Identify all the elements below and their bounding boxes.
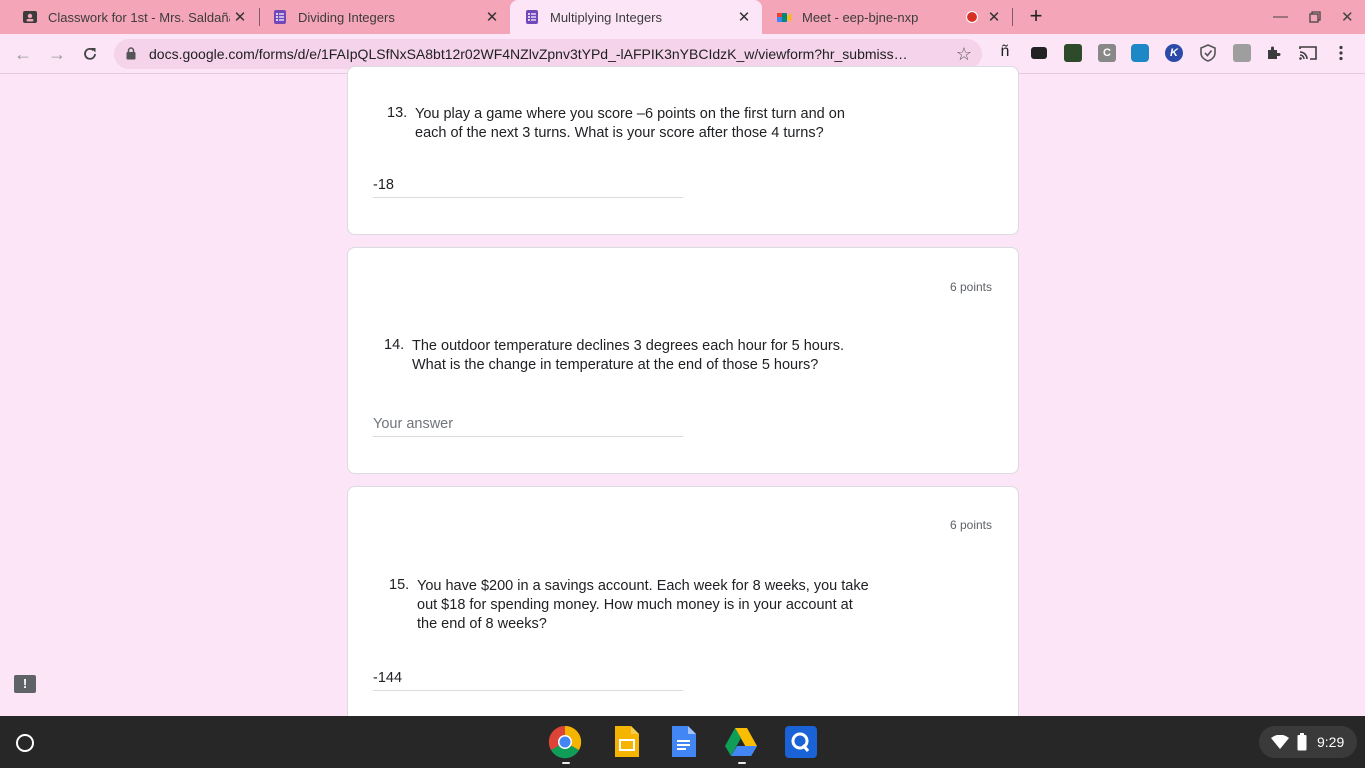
question-text-line: each of the next 3 turns. What is your s…: [415, 125, 824, 141]
extension-k-icon[interactable]: K: [1165, 44, 1183, 62]
question-number: 13.: [387, 105, 408, 121]
chrome-icon[interactable]: [548, 725, 582, 759]
tab-meet[interactable]: Meet - eep-bjne-nxp ✕: [762, 0, 1012, 34]
tab-dividing-integers[interactable]: Dividing Integers ✕: [258, 0, 510, 34]
tab-title: Multiplying Integers: [550, 9, 662, 25]
extension-globe-icon[interactable]: [1131, 44, 1149, 62]
tab-title: Meet - eep-bjne-nxp: [802, 9, 919, 25]
drive-icon[interactable]: [724, 725, 758, 759]
restore-icon[interactable]: [1309, 11, 1321, 23]
clock: 9:29: [1317, 734, 1345, 750]
tab-title: Classwork for 1st - Mrs. Saldaña: [48, 9, 230, 25]
shield-icon[interactable]: [1200, 44, 1216, 62]
extension-n-icon[interactable]: ñ: [996, 44, 1014, 62]
tab-classwork[interactable]: Classwork for 1st - Mrs. Saldaña ✕: [8, 0, 258, 34]
bookmark-star-icon[interactable]: ☆: [956, 44, 972, 65]
new-tab-plus-icon[interactable]: +: [1024, 5, 1048, 29]
question-card-13: 13. You play a game where you score –6 p…: [347, 66, 1019, 235]
tab-strip: Classwork for 1st - Mrs. Saldaña ✕ Divid…: [0, 0, 1365, 34]
answer-input[interactable]: -144: [373, 667, 683, 691]
feedback-icon[interactable]: !: [14, 675, 36, 693]
close-icon[interactable]: ✕: [230, 8, 250, 26]
extension-tree-icon[interactable]: [1064, 44, 1082, 62]
question-card-15: 6 points 15. You have $200 in a savings …: [347, 486, 1019, 736]
address-bar[interactable]: docs.google.com/forms/d/e/1FAIpQLSfNxSA8…: [114, 39, 982, 69]
forms-icon: [526, 10, 538, 24]
close-icon[interactable]: ✕: [734, 8, 754, 26]
question-card-14: 6 points 14. The outdoor temperature dec…: [347, 247, 1019, 474]
question-text-line: The outdoor temperature declines 3 degre…: [412, 338, 845, 354]
tab-multiplying-integers[interactable]: Multiplying Integers ✕: [510, 0, 762, 34]
tab-title: Dividing Integers: [298, 9, 395, 25]
extension-c-icon[interactable]: C: [1098, 44, 1116, 62]
tab-divider: [1012, 8, 1013, 26]
status-tray[interactable]: 9:29: [1259, 726, 1357, 758]
points-label: 6 points: [949, 280, 992, 294]
question-text-line: You play a game where you score –6 point…: [415, 106, 845, 122]
question-number: 14.: [384, 337, 405, 353]
close-icon[interactable]: ✕: [984, 8, 1004, 26]
running-indicator: [738, 762, 746, 764]
recording-icon: [966, 11, 978, 23]
forward-arrow-icon[interactable]: →: [46, 43, 68, 65]
docs-icon[interactable]: [666, 725, 700, 759]
question-text-line: the end of 8 weeks?: [417, 616, 547, 632]
question-text-line: out $18 for spending money. How much mon…: [417, 597, 853, 613]
quizlet-icon[interactable]: [784, 725, 818, 759]
question-text-line: What is the change in temperature at the…: [412, 357, 819, 373]
meet-icon: [777, 13, 791, 22]
forms-icon: [274, 10, 286, 24]
window-close-icon[interactable]: ✕: [1341, 8, 1354, 26]
extension-gray-icon[interactable]: [1233, 44, 1251, 62]
question-text: You have $200 in a savings account. Each…: [417, 577, 869, 634]
classroom-icon: [23, 11, 37, 23]
extension-card-icon[interactable]: [1031, 47, 1047, 59]
url-text[interactable]: docs.google.com/forms/d/e/1FAIpQLSfNxSA8…: [149, 46, 949, 62]
answer-input[interactable]: -18: [373, 174, 683, 198]
os-shelf: 9:29: [0, 716, 1365, 768]
kebab-menu-icon[interactable]: [1338, 45, 1344, 61]
back-arrow-icon[interactable]: ←: [12, 43, 34, 65]
minimize-icon[interactable]: —: [1273, 8, 1288, 25]
slides-icon[interactable]: [609, 725, 643, 759]
close-icon[interactable]: ✕: [482, 8, 502, 26]
question-text: You play a game where you score –6 point…: [415, 105, 845, 143]
puzzle-icon[interactable]: [1266, 45, 1282, 61]
launcher-icon[interactable]: [16, 734, 34, 752]
reload-icon[interactable]: [81, 45, 99, 63]
wifi-icon: [1271, 735, 1289, 749]
answer-input[interactable]: Your answer: [373, 413, 683, 437]
battery-icon: [1297, 733, 1307, 751]
question-text: The outdoor temperature declines 3 degre…: [412, 337, 844, 375]
running-indicator: [562, 762, 570, 764]
question-number: 15.: [389, 577, 410, 593]
points-label: 6 points: [949, 518, 992, 532]
question-text-line: You have $200 in a savings account. Each…: [417, 578, 869, 594]
lock-icon[interactable]: [126, 47, 136, 60]
cast-icon[interactable]: [1299, 45, 1317, 61]
